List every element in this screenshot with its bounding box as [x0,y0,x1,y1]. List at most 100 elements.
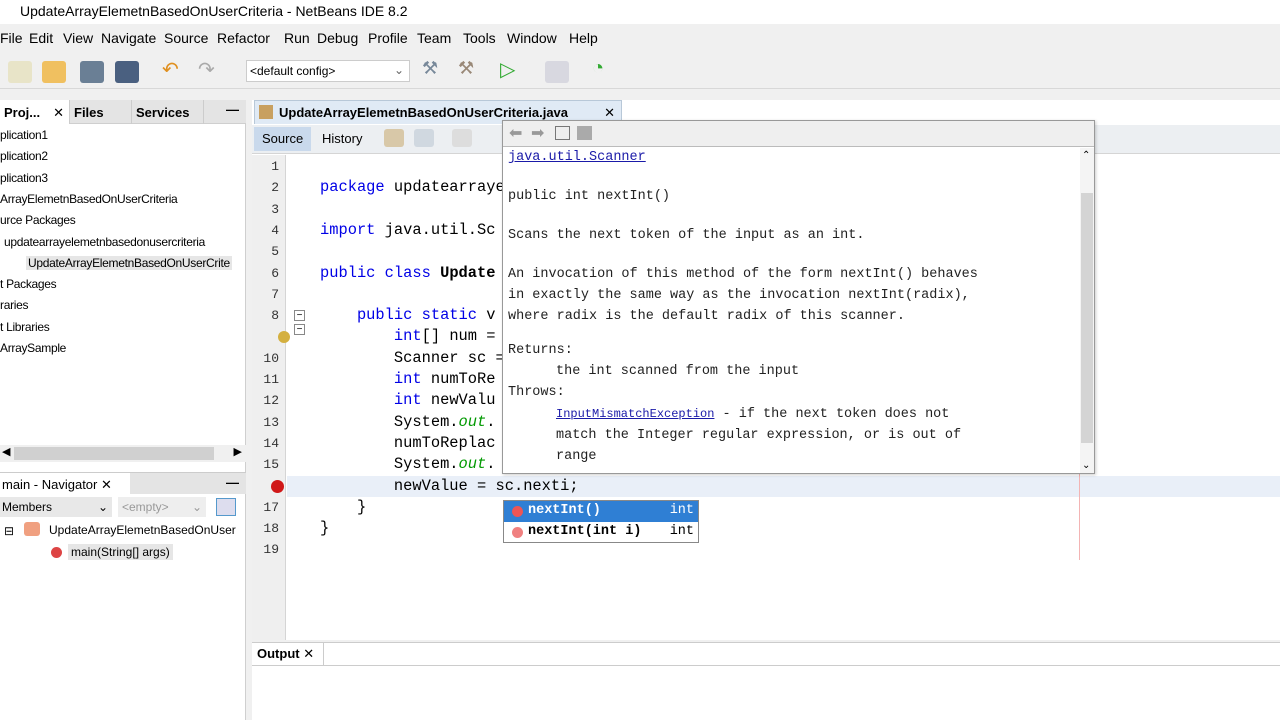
filter-select[interactable]: <empty> ⌄ [118,497,206,517]
code-line[interactable]: package updatearraye [320,178,505,196]
class-link[interactable]: java.util.Scanner [508,150,646,165]
close-icon[interactable]: ✕ [101,477,112,492]
tree-node[interactable]: raries [0,298,29,312]
window-title: UpdateArrayElemetnBasedOnUserCriteria - … [20,3,408,19]
clean-build-icon[interactable]: ⚒ [458,58,482,80]
config-select[interactable]: <default config> ⌄ [246,60,410,82]
line-number: 4 [271,222,279,238]
code-line[interactable]: import java.util.Sc [320,221,496,239]
scroll-down-icon[interactable]: ⌄ [1082,460,1090,471]
code-line[interactable]: System.out. [320,413,496,431]
new-file-icon[interactable] [8,61,32,83]
tree-node[interactable]: plication3 [0,171,48,185]
menu-tools[interactable]: Tools [463,30,496,46]
save-all-icon[interactable] [115,61,139,83]
javadoc-scrollbar[interactable]: ⌃ ⌄ [1080,148,1094,473]
tree-node[interactable]: plication1 [0,128,48,142]
javadoc-toolbar: ⬅ ➡ [503,121,1094,147]
code-line[interactable]: int newValu [320,391,496,409]
tree-node[interactable]: urce Packages [0,213,76,227]
profile-icon[interactable]: ◔ [592,57,616,79]
navigator-class-node[interactable]: UpdateArrayElemetnBasedOnUser [49,523,236,537]
code-line[interactable]: int numToRe [320,370,496,388]
navigator-settings-icon[interactable] [216,498,236,516]
tab-source[interactable]: Source [254,127,312,151]
tab-history[interactable]: History [314,127,370,151]
code-token: . [486,455,496,474]
menu-help[interactable]: Help [569,30,598,46]
hint-bulb-icon[interactable] [278,331,290,343]
exception-link[interactable]: InputMismatchException [556,407,714,421]
completion-item[interactable]: nextInt() int [504,501,698,522]
menu-team[interactable]: Team [417,30,451,46]
code-line[interactable]: public static v [320,306,496,324]
tree-node[interactable]: ArrayElemetnBasedOnUserCriteria [0,192,178,206]
code-line[interactable]: public class Update [320,264,496,282]
code-line[interactable]: System.out. [320,455,496,473]
forward-arrow-icon[interactable]: ➡ [531,123,544,143]
back-icon[interactable] [414,129,434,147]
tab-projects[interactable]: Proj... ✕ [0,100,70,124]
scroll-up-icon[interactable]: ⌃ [1082,150,1090,161]
code-line[interactable]: int[] num = [320,327,496,345]
menu-edit[interactable]: Edit [29,30,53,46]
chevron-down-icon: ⌄ [191,500,202,514]
redo-icon[interactable]: ↷ [198,57,222,81]
close-icon[interactable]: ✕ [53,105,64,121]
code-line[interactable]: } [320,519,329,537]
fold-icon[interactable]: − [294,324,305,335]
menu-view[interactable]: View [63,30,93,46]
code-line[interactable]: Scanner sc = [320,349,505,367]
title-bar: UpdateArrayElemetnBasedOnUserCriteria - … [0,0,1280,24]
menu-debug[interactable]: Debug [317,30,358,46]
menu-refactor[interactable]: Refactor [217,30,270,46]
menu-profile[interactable]: Profile [368,30,408,46]
menu-file[interactable]: File [0,30,23,46]
code-token: [] num = [421,327,496,346]
code-line[interactable]: newValue = sc.nexti; [320,477,579,495]
tab-files[interactable]: Files [70,100,132,124]
members-select[interactable]: Members ⌄ [0,497,112,517]
tree-node[interactable]: plication2 [0,149,48,163]
minimize-icon[interactable]: — [226,102,239,117]
menu-navigate[interactable]: Navigate [101,30,156,46]
code-token: newValu [430,391,496,410]
tab-navigator[interactable]: main - Navigator ✕ [0,473,130,495]
tree-node[interactable]: UpdateArrayElemetnBasedOnUserCrite [26,255,232,270]
code-line[interactable]: } [320,498,366,516]
tree-node[interactable]: updatearrayelemetnbasedonusercriteria [4,235,205,249]
close-icon[interactable]: ✕ [303,646,314,661]
code-token: updatearraye [393,178,505,197]
open-project-icon[interactable] [80,61,104,83]
goto-source-icon[interactable] [577,126,592,140]
build-icon[interactable]: ⚒ [422,58,446,80]
method-icon [51,547,62,558]
horizontal-scrollbar[interactable]: ◀ ▶ [0,445,246,462]
fold-icon[interactable]: − [294,310,305,321]
menu-window[interactable]: Window [507,30,557,46]
new-project-icon[interactable] [42,61,66,83]
tree-node[interactable]: ArraySample [0,341,66,355]
last-edit-icon[interactable] [384,129,404,147]
menu-source[interactable]: Source [164,30,208,46]
code-token: . [486,412,496,431]
run-icon[interactable]: ▷ [500,57,524,81]
tab-services[interactable]: Services [132,100,204,124]
completion-item[interactable]: nextInt(int i) int [504,522,698,543]
undo-icon[interactable]: ↶ [162,57,186,81]
navigator-method-node[interactable]: main(String[] args) [68,544,173,560]
collapse-icon[interactable]: ⊟ [4,524,14,538]
code-token: out [458,455,487,474]
error-icon[interactable] [271,480,284,493]
close-icon[interactable]: ✕ [604,105,615,121]
back-arrow-icon[interactable]: ⬅ [509,123,522,143]
forward-icon[interactable] [452,129,472,147]
minimize-icon[interactable]: — [226,475,239,490]
tree-node[interactable]: t Libraries [0,320,50,334]
open-in-browser-icon[interactable] [555,126,570,140]
tab-output[interactable]: Output ✕ [252,643,324,665]
code-line[interactable]: numToReplac [320,434,496,452]
tree-node[interactable]: t Packages [0,277,57,291]
debug-icon[interactable] [545,61,569,83]
menu-run[interactable]: Run [284,30,310,46]
